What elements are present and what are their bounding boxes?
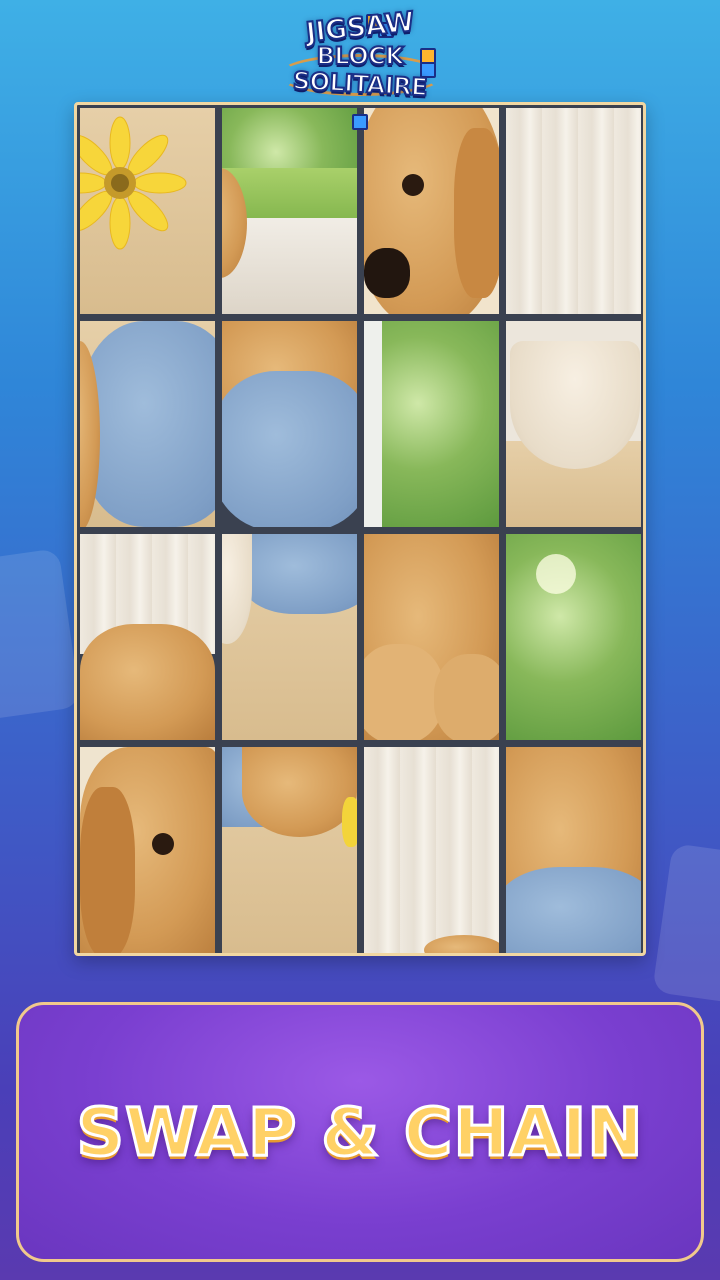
logo-block-icon: [352, 114, 368, 130]
puzzle-tile-blue-cushion[interactable]: [80, 321, 215, 527]
puzzle-tile-window-trees-bright[interactable]: [506, 534, 641, 740]
puppy-nose: [364, 248, 410, 298]
puppy-eye: [402, 174, 424, 196]
puzzle-tile-puppy-face-nose[interactable]: [364, 108, 499, 314]
background-decor-block: [652, 843, 720, 1007]
puzzle-tile-puppy-ear-eye[interactable]: [80, 747, 215, 953]
feature-banner: SWAP & CHAIN: [16, 1002, 704, 1262]
puzzle-tile-puppy-paw-flower[interactable]: [222, 747, 357, 953]
puzzle-tile-bowl-edge-cushion[interactable]: [222, 534, 357, 740]
puzzle-tile-ceramic-bowl[interactable]: [506, 321, 641, 527]
puzzle-tile-puppy-fur-on-cushion[interactable]: [222, 321, 357, 527]
puzzle-tile-curtain[interactable]: [506, 108, 641, 314]
puzzle-tile-window-trees[interactable]: [364, 321, 499, 527]
puzzle-tile-curtain-floor[interactable]: [364, 747, 499, 953]
game-logo: JIGSAW BLOCK SOLITAIRE: [270, 5, 450, 134]
puzzle-tile-curtain-puppy-back[interactable]: [80, 534, 215, 740]
puzzle-tile-puppy-body-cushion[interactable]: [506, 747, 641, 953]
background-decor-block: [0, 548, 81, 722]
puzzle-tile-puppy-paws[interactable]: [364, 534, 499, 740]
puzzle-board: [74, 102, 646, 956]
banner-title: SWAP & CHAIN: [75, 1092, 644, 1172]
sunflower-icon: [80, 116, 187, 250]
puppy-eye: [152, 833, 174, 855]
puzzle-tile-flower-on-table[interactable]: [80, 108, 215, 314]
puzzle-tile-window-grass[interactable]: [222, 108, 357, 314]
